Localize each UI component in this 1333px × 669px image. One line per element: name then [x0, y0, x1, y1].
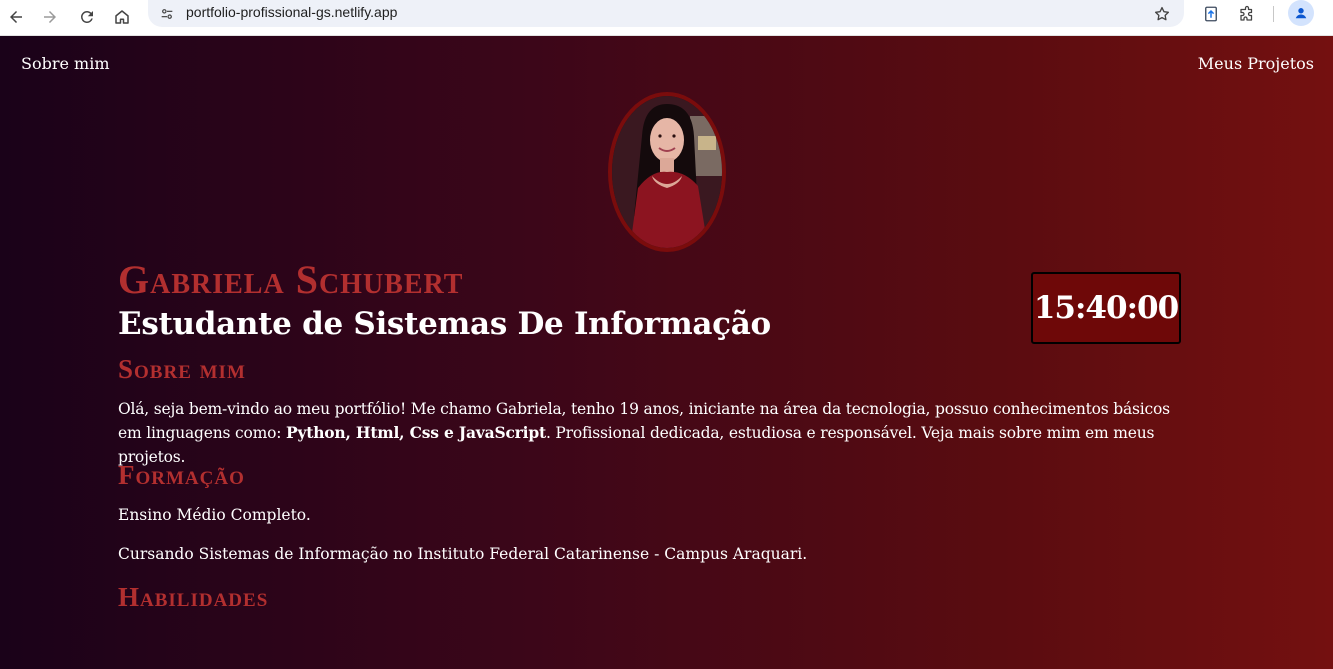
- home-icon[interactable]: [108, 3, 136, 31]
- page-title-name: Gabriela Schubert: [118, 257, 464, 302]
- about-paragraph: Olá, seja bem-vindo ao meu portfólio! Me…: [118, 397, 1178, 469]
- puzzle-icon[interactable]: [1234, 1, 1260, 27]
- section-title-sobre-mim: Sobre mim: [118, 354, 246, 384]
- site-info-icon[interactable]: [156, 3, 178, 25]
- toolbar-divider: [1273, 6, 1274, 22]
- back-icon[interactable]: [2, 3, 30, 31]
- nav-link-sobre-mim[interactable]: Sobre mim: [21, 54, 110, 73]
- digital-clock: 15:40:00: [1031, 272, 1181, 344]
- education-item: Cursando Sistemas de Informação no Insti…: [118, 545, 808, 563]
- page-subtitle: Estudante de Sistemas De Informação: [118, 306, 771, 342]
- reload-icon[interactable]: [73, 3, 101, 31]
- nav-link-meus-projetos[interactable]: Meus Projetos: [1198, 54, 1314, 73]
- about-text-languages: Python, Html, Css e JavaScript: [286, 423, 546, 442]
- star-icon[interactable]: [1150, 2, 1174, 26]
- portfolio-page: Sobre mim Meus Projetos Gabriela Schuber…: [0, 36, 1333, 669]
- education-item: Ensino Médio Completo.: [118, 506, 311, 524]
- browser-toolbar: portfolio-profissional-gs.netlify.app: [0, 0, 1333, 36]
- section-title-habilidades: Habilidades: [118, 582, 269, 612]
- address-bar[interactable]: portfolio-profissional-gs.netlify.app: [148, 0, 1184, 27]
- profile-icon[interactable]: [1288, 0, 1314, 26]
- extension-upload-icon[interactable]: [1198, 1, 1224, 27]
- url-text[interactable]: portfolio-profissional-gs.netlify.app: [186, 4, 397, 20]
- forward-icon[interactable]: [36, 3, 64, 31]
- profile-photo: [608, 92, 726, 252]
- section-title-formacao: Formação: [118, 460, 245, 490]
